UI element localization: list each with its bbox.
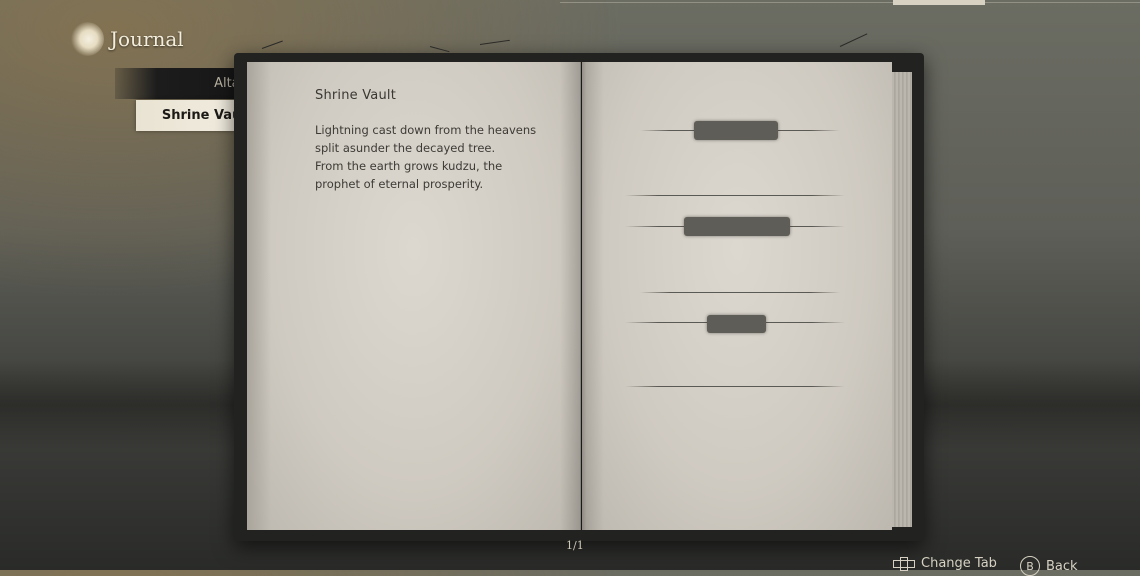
fiber-decoration — [839, 33, 868, 47]
change-tab-hint[interactable]: Change Tab — [893, 556, 997, 571]
fiber-decoration — [429, 46, 450, 53]
book-spine — [560, 62, 604, 530]
entry-line: Lightning cast down from the heavens spl… — [315, 123, 537, 155]
top-divider — [560, 2, 1140, 3]
page-rule — [640, 292, 840, 293]
redacted-entry — [684, 217, 790, 236]
entry-body: Lightning cast down from the heavens spl… — [315, 121, 545, 193]
page-rule — [625, 195, 845, 196]
redacted-entry — [707, 315, 766, 333]
back-hint[interactable]: B Back — [1020, 556, 1078, 576]
fiber-decoration — [261, 40, 283, 49]
b-button-icon: B — [1020, 556, 1040, 576]
journal-header: Journal — [70, 22, 184, 56]
top-indicator — [893, 0, 985, 5]
page-rule — [625, 386, 845, 387]
book-page-edges — [892, 72, 912, 527]
back-label: Back — [1046, 558, 1078, 574]
left-page-edge — [247, 62, 271, 530]
fiber-decoration — [479, 39, 510, 45]
redacted-entry — [694, 121, 778, 140]
journal-icon — [70, 22, 104, 56]
entry-line: From the earth grows kudzu, the prophet … — [315, 159, 503, 191]
page-counter: 1/1 — [566, 539, 584, 552]
change-tab-label: Change Tab — [921, 556, 997, 571]
journal-title: Journal — [110, 27, 184, 51]
dpad-icon — [893, 556, 915, 571]
entry-title: Shrine Vault — [315, 88, 397, 103]
